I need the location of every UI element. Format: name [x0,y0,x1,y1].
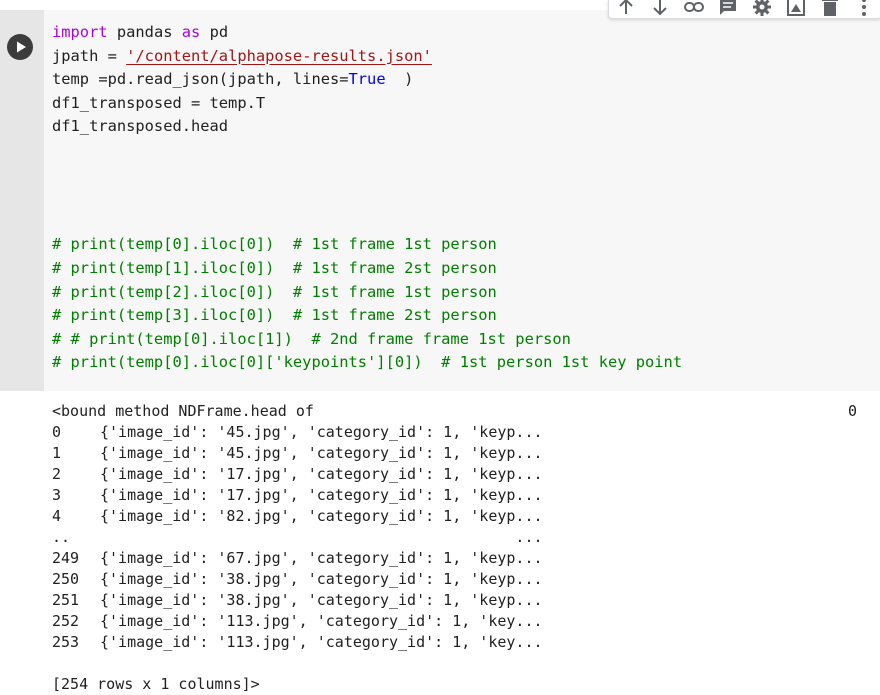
arrow-up-icon[interactable] [615,0,637,18]
row-index: 253 [52,633,80,651]
arrow-down-icon[interactable] [649,0,671,18]
table-row: 251 {'image_id': '38.jpg', 'category_id':… [52,590,872,611]
table-row: 253 {'image_id': '113.jpg', 'category_id'… [52,632,872,653]
row-value: {'image_id': '38.jpg', 'category_id': 1,… [100,591,543,609]
table-row: 0 {'image_id': '45.jpg', 'category_id': 1… [52,422,872,443]
run-cell-button[interactable] [7,34,33,60]
cell-toolbar [608,0,880,19]
comment-token: # print(temp[3].iloc[0]) # 1st frame 2st… [52,306,497,325]
comment-icon[interactable] [717,0,739,18]
code-line: # # print(temp[0].iloc[1]) # 2nd frame f… [52,328,682,352]
code-token: ) [385,70,414,89]
code-line: # print(temp[0].iloc[0]['keypoints'][0])… [52,351,682,375]
table-row: 250 {'image_id': '38.jpg', 'category_id':… [52,569,872,590]
link-icon[interactable] [683,0,705,18]
gear-icon[interactable] [751,0,773,18]
table-row: 3 {'image_id': '17.jpg', 'category_id': 1… [52,485,872,506]
code-token: jpath = [52,46,127,65]
boolean-token: True [348,70,386,89]
row-index: .. [52,528,71,546]
keyword-token: as [181,23,201,41]
code-cell[interactable]: import pandas as pd jpath = '/content/alp… [0,10,880,391]
row-index: 4 [52,507,62,525]
row-value: {'image_id': '113.jpg', 'category_id': 1… [100,612,543,630]
row-value: {'image_id': '17.jpg', 'category_id': 1,… [100,486,543,504]
row-value: ... [100,528,543,546]
mirror-icon[interactable] [785,0,807,18]
row-value: {'image_id': '45.jpg', 'category_id': 1,… [100,444,543,462]
table-row: 1 {'image_id': '45.jpg', 'category_id': 1… [52,443,872,464]
play-icon [17,41,26,53]
code-line: df1_transposed.head [52,115,682,139]
code-token: pandas [107,23,182,41]
comment-token: # print(temp[2].iloc[0]) # 1st frame 1st… [52,282,497,301]
row-value: {'image_id': '113.jpg', 'category_id': 1… [100,633,543,651]
output-column-header: 0 [848,402,858,420]
code-line: # print(temp[3].iloc[0]) # 1st frame 2st… [52,304,682,328]
row-value: {'image_id': '38.jpg', 'category_id': 1,… [100,570,543,588]
row-index: 3 [52,486,62,504]
comment-token: # print(temp[0].iloc[0]['keypoints'][0])… [52,353,683,372]
code-line: temp =pd.read_json(jpath, lines=True ) [52,68,682,92]
trash-icon[interactable] [819,0,841,18]
comment-token: # print(temp[0].iloc[0]) # 1st frame 1st… [52,235,497,254]
table-row: 4 {'image_id': '82.jpg', 'category_id': 1… [52,506,872,527]
row-value: {'image_id': '82.jpg', 'category_id': 1,… [100,507,543,525]
output-header: <bound method NDFrame.head of [52,402,314,420]
row-value: {'image_id': '17.jpg', 'category_id': 1,… [100,465,543,483]
code-line: import pandas as pd [52,21,682,45]
row-index: 252 [52,612,80,630]
output-footer: [254 rows x 1 columns]> [52,675,260,693]
row-index: 0 [52,423,62,441]
string-token: '/content/alphapose-results.json' [126,46,432,65]
row-index: 249 [52,549,80,567]
row-value: {'image_id': '45.jpg', 'category_id': 1,… [100,423,543,441]
row-index: 1 [52,444,62,462]
code-token: pd [200,23,229,41]
table-row: 2 {'image_id': '17.jpg', 'category_id': 1… [52,464,872,485]
table-row: 249 {'image_id': '67.jpg', 'category_id':… [52,548,872,569]
code-line: # print(temp[0].iloc[0]) # 1st frame 1st… [52,233,682,257]
more-icon[interactable] [853,0,875,18]
code-line: df1_transposed = temp.T [52,92,682,116]
code-token: df1_transposed.head [52,117,229,136]
row-value: {'image_id': '67.jpg', 'category_id': 1,… [100,549,543,567]
row-index: 251 [52,591,80,609]
comment-token: # # print(temp[0].iloc[1]) # 2nd frame f… [52,329,571,348]
code-token: df1_transposed = temp.T [52,93,266,112]
code-line: jpath = '/content/alphapose-results.json… [52,45,682,69]
comment-token: # print(temp[1].iloc[0]) # 1st frame 2st… [52,258,497,277]
row-index: 250 [52,570,80,588]
output-blank-line [52,653,872,674]
cell-gutter [0,10,44,391]
table-row: 252 {'image_id': '113.jpg', 'category_id'… [52,611,872,632]
code-line: # print(temp[2].iloc[0]) # 1st frame 1st… [52,281,682,305]
code-token: temp =pd.read_json(jpath, lines= [52,70,349,89]
code-editor[interactable]: import pandas as pd jpath = '/content/alp… [52,21,682,375]
table-row: .. ... [52,527,872,548]
code-line: # print(temp[1].iloc[0]) # 1st frame 2st… [52,257,682,281]
keyword-token: import [52,23,108,41]
row-index: 2 [52,465,62,483]
cell-output: <bound method NDFrame.head of 0 {'image_id… [52,401,872,695]
